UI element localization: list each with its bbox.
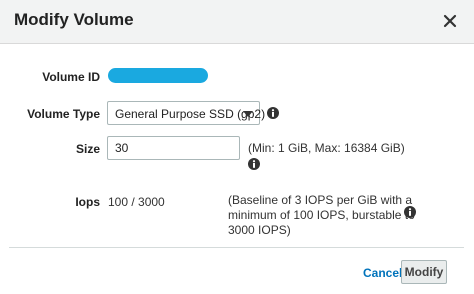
modify-button[interactable]: Modify: [401, 260, 447, 284]
dialog-title: Modify Volume: [14, 10, 134, 29]
iops-hint-line-2: minimum of 100 IOPS, burstable to: [228, 208, 415, 222]
volume-id-value-redacted: [108, 68, 208, 83]
volume-type-label: Volume Type: [27, 107, 100, 121]
size-input[interactable]: [107, 136, 240, 160]
volume-id-label: Volume ID: [42, 70, 100, 84]
info-icon[interactable]: [248, 158, 260, 170]
volume-type-select[interactable]: General Purpose SSD (gp2): [107, 101, 265, 125]
iops-value: 100 / 3000: [108, 195, 165, 209]
cancel-button[interactable]: Cancel: [363, 266, 402, 280]
iops-hint-line-1: (Baseline of 3 IOPS per GiB with a: [228, 193, 413, 207]
iops-label: Iops: [75, 195, 100, 209]
close-icon[interactable]: [440, 11, 460, 31]
modify-volume-dialog: Modify Volume Volume ID Volume Type Gene…: [0, 0, 474, 294]
chevron-down-icon: [243, 111, 253, 117]
footer-divider: [9, 247, 464, 248]
dialog-header: Modify Volume: [0, 0, 474, 44]
size-hint: (Min: 1 GiB, Max: 16384 GiB): [248, 141, 405, 155]
size-label: Size: [75, 142, 100, 156]
info-icon[interactable]: [404, 206, 416, 218]
iops-hint-line-3: 3000 IOPS): [228, 223, 291, 237]
info-icon[interactable]: [267, 107, 279, 119]
